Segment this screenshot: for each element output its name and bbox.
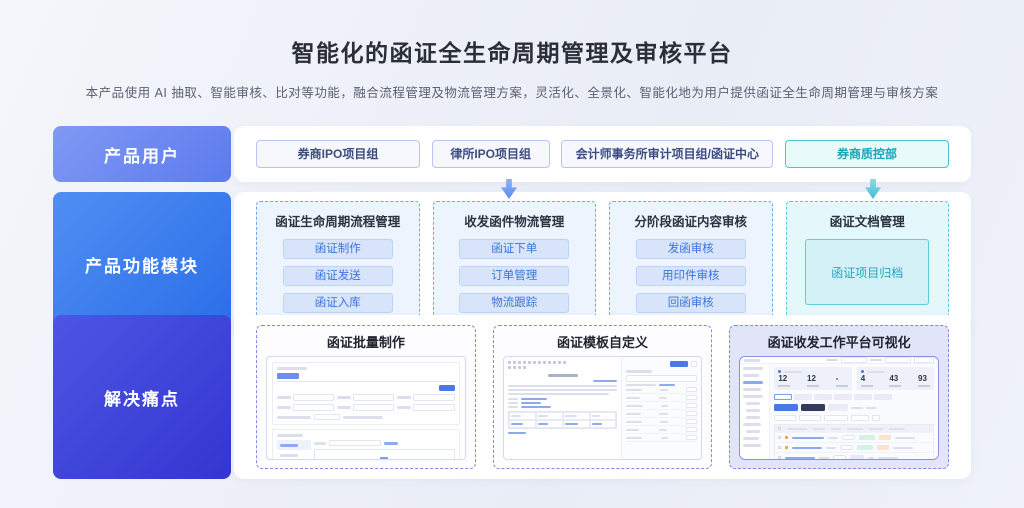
module-item: 函证发送 <box>282 266 393 286</box>
module-logistics: 收发函件物流管理 函证下单 订单管理 物流跟踪 <box>432 201 596 327</box>
pain-card-batch-create: 函证批量制作 <box>256 325 476 469</box>
module-item: 订单管理 <box>459 266 570 286</box>
pain-points-row: 解决痛点 函证批量制作 函证模板自定义 函证收发工作平台可视化 12 12 - … <box>53 315 971 479</box>
module-item: 用印件审核 <box>635 266 746 286</box>
diagram-body: 产品用户 券商IPO项目组 律所IPO项目组 会计师事务所审计项目组/函证中心 … <box>53 126 971 479</box>
stat-value: 12 <box>778 374 788 383</box>
product-users-row: 产品用户 券商IPO项目组 律所IPO项目组 会计师事务所审计项目组/函证中心 … <box>53 126 971 182</box>
module-archive-item: 函证项目归档 <box>805 239 930 305</box>
pain-card-title: 函证批量制作 <box>326 335 405 350</box>
stat-value: - <box>835 374 839 383</box>
module-review: 分阶段函证内容审核 发函审核 用印件审核 回函审核 <box>609 201 773 327</box>
module-lifecycle: 函证生命周期流程管理 函证制作 函证发送 函证入库 <box>256 201 420 327</box>
pain-card-dashboard: 函证收发工作平台可视化 12 12 - 4 43 93 <box>729 325 950 469</box>
module-title: 函证文档管理 <box>829 215 905 229</box>
module-item: 回函审核 <box>635 293 746 313</box>
row-label-users: 产品用户 <box>53 126 231 182</box>
user-lawfirm-ipo: 律所IPO项目组 <box>431 140 550 168</box>
dashboard-screenshot: 12 12 - 4 43 93 <box>739 356 940 460</box>
pain-card-title: 函证模板自定义 <box>557 335 649 350</box>
stat-value: 12 <box>807 374 816 383</box>
stat-group-incoming: 4 43 93 <box>856 367 935 390</box>
users-panel: 券商IPO项目组 律所IPO项目组 会计师事务所审计项目组/函证中心 券商质控部 <box>234 126 971 182</box>
template-editor-screenshot <box>502 356 703 460</box>
batch-create-screenshot <box>266 356 466 460</box>
user-broker-qc: 券商质控部 <box>784 140 949 168</box>
function-modules-row: 产品功能模块 函证生命周期流程管理 函证制作 函证发送 函证入库 收发函件物流管… <box>53 192 971 336</box>
user-accounting-audit: 会计师事务所审计项目组/函证中心 <box>561 140 774 168</box>
pain-card-title: 函证收发工作平台可视化 <box>767 335 911 350</box>
module-item: 函证制作 <box>282 239 393 259</box>
module-item: 函证下单 <box>459 239 570 259</box>
stat-value: 93 <box>918 374 927 383</box>
stat-group-outgoing: 12 12 - <box>774 367 852 390</box>
module-docs: 函证文档管理 函证项目归档 <box>785 201 949 327</box>
pain-card-template-custom: 函证模板自定义 <box>492 325 713 469</box>
row-label-pain: 解决痛点 <box>53 315 231 479</box>
page-title: 智能化的函证全生命周期管理及审核平台 <box>291 40 733 66</box>
page-header: 智能化的函证全生命周期管理及审核平台 本产品使用 AI 抽取、智能审核、比对等功… <box>0 0 1024 101</box>
user-broker-ipo: 券商IPO项目组 <box>256 140 420 168</box>
stat-value: 43 <box>889 374 899 383</box>
module-item: 发函审核 <box>635 239 746 259</box>
page-subtitle: 本产品使用 AI 抽取、智能审核、比对等功能，融合流程管理及物流管理方案，灵活化… <box>85 86 939 100</box>
module-title: 收发函件物流管理 <box>464 215 565 229</box>
module-title: 函证生命周期流程管理 <box>275 215 401 229</box>
module-item: 物流跟踪 <box>459 293 570 313</box>
stat-value: 4 <box>860 374 866 383</box>
pain-panel: 函证批量制作 函证模板自定义 函证收发工作平台可视化 12 12 - 4 43 … <box>234 315 971 479</box>
module-item: 函证入库 <box>282 293 393 313</box>
module-title: 分阶段函证内容审核 <box>634 215 747 229</box>
